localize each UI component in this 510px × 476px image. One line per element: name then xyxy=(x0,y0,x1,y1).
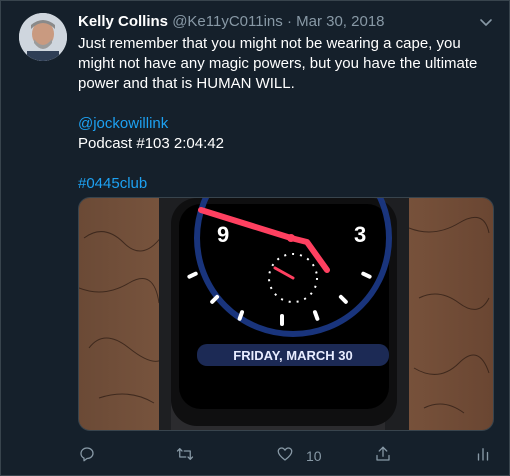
watch-numeral-right: 3 xyxy=(354,222,366,247)
chevron-down-icon[interactable] xyxy=(477,13,495,31)
podcast-line: Podcast #103 2:04:42 xyxy=(78,134,498,154)
podcast-prefix: Podcast # xyxy=(78,135,145,152)
author-name[interactable]: Kelly Collins xyxy=(78,13,168,30)
avatar[interactable] xyxy=(19,13,67,61)
author-handle[interactable]: @Ke11yC011ins xyxy=(172,13,283,30)
reply-button[interactable] xyxy=(78,445,108,467)
like-icon xyxy=(276,445,294,468)
tweet-card[interactable]: Kelly Collins @Ke11yC011ins · Mar 30, 20… xyxy=(0,0,510,476)
tweet-text-line: might not have any magic powers, but you… xyxy=(78,55,478,72)
tweet-actions: 10 xyxy=(78,445,498,467)
tweet-text: Just remember that you might not be wear… xyxy=(78,34,498,194)
analytics-icon xyxy=(474,445,492,468)
share-button[interactable] xyxy=(374,445,392,467)
reply-icon xyxy=(78,445,96,468)
mention-link[interactable]: @jockowillink xyxy=(78,115,168,132)
tweet-media[interactable]: 9 3 FRIDAY, MARCH 30 xyxy=(78,197,494,431)
share-icon xyxy=(374,445,392,468)
analytics-button[interactable] xyxy=(474,445,492,467)
tweet-date[interactable]: Mar 30, 2018 xyxy=(296,13,384,30)
podcast-time: 2:04:42 xyxy=(169,135,224,152)
tweet-header: Kelly Collins @Ke11yC011ins · Mar 30, 20… xyxy=(78,12,469,32)
tweet-text-line: power and that is HUMAN WILL. xyxy=(78,75,295,92)
avatar-photo xyxy=(19,13,67,61)
like-button[interactable]: 10 xyxy=(276,445,322,467)
tweet-text-line: Just remember that you might not be wear… xyxy=(78,35,461,52)
watch-date: FRIDAY, MARCH 30 xyxy=(233,348,352,363)
watch-photo: 9 3 FRIDAY, MARCH 30 xyxy=(79,198,493,430)
retweet-button[interactable] xyxy=(176,445,206,467)
watch-numeral-left: 9 xyxy=(217,222,229,247)
hashtag-link[interactable]: #0445club xyxy=(78,175,147,192)
retweet-icon xyxy=(176,445,194,468)
podcast-number: 103 xyxy=(144,135,170,152)
header-separator: · xyxy=(286,13,292,30)
like-count: 10 xyxy=(306,448,322,464)
